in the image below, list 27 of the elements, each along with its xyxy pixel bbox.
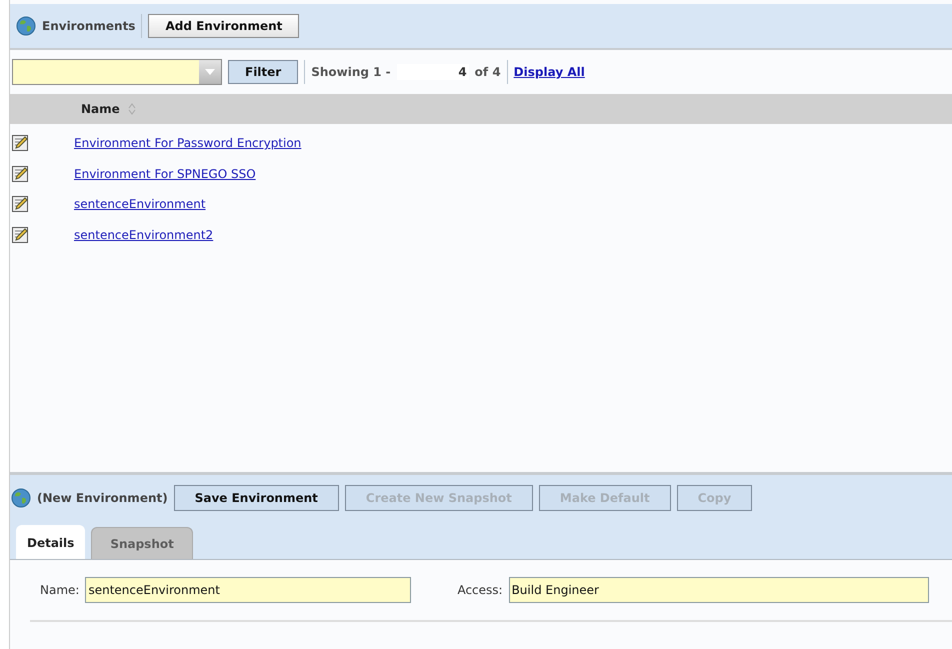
environment-link[interactable]: sentenceEnvironment bbox=[74, 197, 206, 212]
toolbar-button[interactable]: Save Environment bbox=[174, 485, 339, 511]
page-end-field[interactable]: 4 bbox=[396, 64, 469, 80]
filter-dropdown[interactable] bbox=[12, 59, 222, 85]
section-title: Environments bbox=[42, 19, 136, 33]
name-field[interactable]: sentenceEnvironment bbox=[85, 577, 412, 603]
column-header[interactable]: Name bbox=[81, 102, 120, 116]
environment-link[interactable]: Environment For SPNEGO SSO bbox=[74, 166, 256, 181]
tab[interactable]: Details bbox=[16, 525, 86, 559]
edit-icon[interactable] bbox=[12, 135, 28, 152]
name-label: Name: bbox=[40, 583, 80, 597]
tab[interactable]: Snapshot bbox=[91, 527, 193, 559]
environment-link[interactable]: sentenceEnvironment2 bbox=[74, 228, 214, 242]
display-all-link[interactable]: Display All bbox=[514, 65, 585, 79]
total-label: of 4 bbox=[474, 65, 501, 79]
environment-link[interactable]: Environment For Password Encryption bbox=[74, 136, 302, 150]
edit-icon[interactable] bbox=[12, 196, 28, 212]
add-button[interactable]: Add Environment bbox=[148, 14, 300, 38]
globe-icon bbox=[16, 16, 36, 36]
edit-icon[interactable] bbox=[12, 226, 28, 243]
access-field[interactable]: Build Engineer bbox=[508, 577, 929, 603]
showing-label: Showing 1 - bbox=[311, 65, 391, 79]
filter-button[interactable]: Filter bbox=[228, 60, 298, 84]
edit-icon[interactable] bbox=[12, 166, 28, 182]
globe-icon bbox=[11, 488, 31, 508]
environment-title: (New Environment) bbox=[37, 491, 168, 505]
access-label: Access: bbox=[457, 583, 503, 597]
